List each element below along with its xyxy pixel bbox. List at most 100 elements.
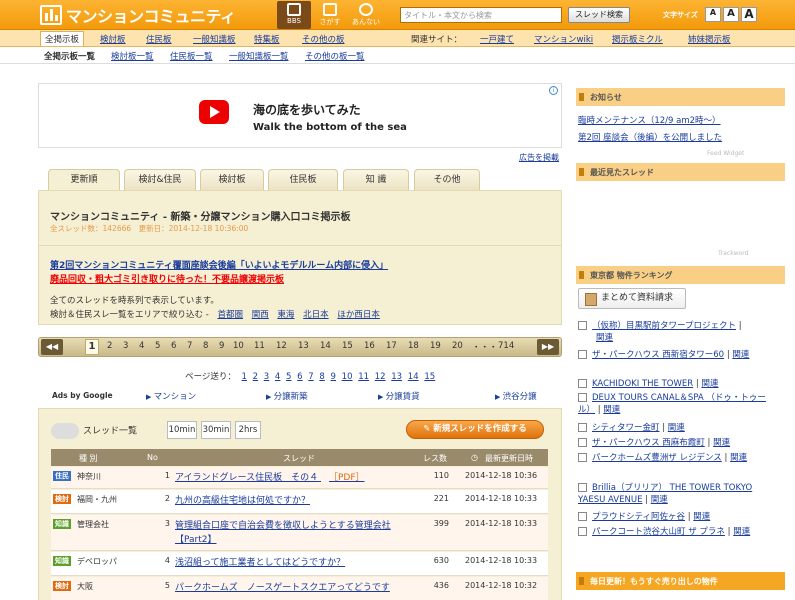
news-item-2[interactable]: 第2回 座談会（後編）を公開しました	[578, 131, 722, 143]
nav-resident-board[interactable]: 住民板	[146, 33, 172, 45]
pdf-link[interactable]: ［PDF］	[329, 473, 365, 483]
related-link[interactable]: 関連	[693, 512, 710, 522]
nav-bbs[interactable]: BBS	[277, 1, 311, 29]
ranking-link[interactable]: パークホームズ豊洲ザ レジデンス	[592, 453, 722, 463]
nav-search[interactable]: さがす	[313, 1, 347, 29]
related-link[interactable]: 関連	[732, 350, 749, 360]
ps-13[interactable]: 13	[391, 372, 402, 382]
filter-10min[interactable]: 10min	[167, 421, 197, 439]
row-title[interactable]: 九州の高級住宅地は何処ですか？	[175, 494, 415, 508]
table-row[interactable]: 検討 福岡・九州 2 九州の高級住宅地は何処ですか？ 221 2014-12-1…	[51, 490, 548, 514]
font-medium-button[interactable]: A	[723, 7, 739, 22]
related-link[interactable]: 関連	[596, 333, 613, 343]
row-title[interactable]: アイランドグレース住民板 その４ ［PDF］	[175, 471, 415, 485]
youtube-play-icon[interactable]	[199, 100, 229, 124]
nav-feature-board[interactable]: 特集板	[254, 33, 280, 45]
ps-3[interactable]: 3	[264, 372, 269, 382]
new-thread-button[interactable]: ✎ 新規スレッドを作成する	[406, 420, 544, 439]
ranking-link[interactable]: プラウドシティ阿佐ヶ谷	[592, 512, 685, 522]
ps-11[interactable]: 11	[358, 372, 369, 382]
page-14[interactable]: 14	[320, 341, 331, 351]
subnav-knowledge[interactable]: 一般知識板一覧	[229, 50, 289, 62]
font-small-button[interactable]: A	[705, 7, 721, 22]
ranking-item[interactable]: Brillia（ブリリア） THE TOWER TOKYO YAESU AVEN…	[578, 482, 778, 506]
ranking-link[interactable]: （仮称）目黒駅前タワープロジェクト	[592, 321, 736, 331]
ranking-link[interactable]: ザ・パークハウス 西麻布霞町	[592, 438, 705, 448]
page-18[interactable]: 18	[408, 341, 419, 351]
checkbox[interactable]	[578, 423, 587, 432]
ps-7[interactable]: 7	[308, 372, 313, 382]
related-link[interactable]: 関連	[730, 453, 747, 463]
ad-link-shibuya[interactable]: 渋谷分譲	[495, 390, 537, 402]
related-link[interactable]: 関連	[713, 438, 730, 448]
page-2[interactable]: 2	[107, 341, 112, 351]
row-title-text[interactable]: アイランドグレース住民板 その４	[175, 473, 318, 483]
ps-12[interactable]: 12	[375, 372, 386, 382]
feature-link[interactable]: 第2回マンションコミュニティ覆面座談会後編「いよいよモデルルーム内部に侵入」	[50, 258, 388, 271]
ps-15[interactable]: 15	[424, 372, 435, 382]
page-4[interactable]: 4	[139, 341, 144, 351]
checkbox[interactable]	[578, 379, 587, 388]
filter-2hrs[interactable]: 2hrs	[235, 421, 261, 439]
ranking-item[interactable]: ザ・パークハウス 西新宿タワー60 | 関連	[578, 349, 778, 361]
related-wiki[interactable]: マンションwiki	[534, 33, 593, 45]
ranking-item[interactable]: パークホームズ豊洲ザ レジデンス | 関連	[578, 452, 778, 464]
page-last[interactable]: 714	[498, 341, 514, 351]
tab-knowledge[interactable]: 知 識	[343, 169, 409, 190]
related-link[interactable]: 関連	[733, 527, 750, 537]
area-tokai[interactable]: 東海	[277, 310, 294, 320]
row-title[interactable]: パークホームズ ノースゲートスクエアってどうです	[175, 581, 415, 595]
subnav-other[interactable]: その他の板一覧	[305, 50, 365, 62]
tab-other[interactable]: その他	[414, 169, 480, 190]
tab-review-resident[interactable]: 検討&住民	[124, 169, 196, 190]
ps-9[interactable]: 9	[331, 372, 336, 382]
subnav-all[interactable]: 全掲示板一覧	[44, 50, 95, 62]
area-west[interactable]: ほか西日本	[337, 310, 380, 320]
checkbox[interactable]	[578, 483, 587, 492]
nav-review-board[interactable]: 検討板	[100, 33, 126, 45]
ps-6[interactable]: 6	[297, 372, 302, 382]
related-mikle[interactable]: 掲示板ミクル	[612, 33, 663, 45]
related-link[interactable]: 関連	[603, 405, 620, 415]
nav-other-board[interactable]: その他の板	[302, 33, 345, 45]
table-row[interactable]: 住民 神奈川 1 アイランドグレース住民板 その４ ［PDF］ 110 2014…	[51, 467, 548, 489]
nav-guide[interactable]: あんない	[349, 1, 383, 29]
page-7[interactable]: 7	[187, 341, 192, 351]
ranking-item[interactable]: ザ・パークハウス 西麻布霞町 | 関連	[578, 437, 778, 449]
ps-8[interactable]: 8	[319, 372, 324, 382]
ranking-link[interactable]: パークコート渋谷大山町 ザ プラネ	[592, 527, 725, 537]
ad-info-icon[interactable]: i	[549, 86, 558, 95]
area-shutoken[interactable]: 首都圏	[217, 310, 243, 320]
feed-widget-link[interactable]: Feed Widget	[707, 150, 744, 157]
tab-review[interactable]: 検討板	[200, 169, 264, 190]
ps-2[interactable]: 2	[253, 372, 258, 382]
related-link[interactable]: 関連	[651, 495, 668, 505]
page-8[interactable]: 8	[203, 341, 208, 351]
table-row[interactable]: 知識 デベロッパ 4 浅沼組って施工業者としてはどうですか？ 630 2014-…	[51, 552, 548, 576]
related-house[interactable]: 一戸建て	[480, 33, 514, 45]
area-north[interactable]: 北日本	[303, 310, 329, 320]
ps-4[interactable]: 4	[275, 372, 280, 382]
ad-link-rent[interactable]: 分譲賃貸	[378, 390, 420, 402]
page-13[interactable]: 13	[298, 341, 309, 351]
page-15[interactable]: 15	[342, 341, 353, 351]
ranking-item[interactable]: パークコート渋谷大山町 ザ プラネ | 関連	[578, 526, 778, 538]
page-11[interactable]: 11	[254, 341, 265, 351]
recycle-link[interactable]: 廃品回収・粗大ゴミ引き取りに待った！不要品譲渡掲示板	[50, 272, 284, 285]
area-kansai[interactable]: 関西	[252, 310, 269, 320]
page-3[interactable]: 3	[123, 341, 128, 351]
ps-1[interactable]: 1	[242, 372, 247, 382]
ad-link-new[interactable]: 分譲新築	[266, 390, 308, 402]
ranking-link[interactable]: KACHIDOKI THE TOWER	[592, 379, 693, 389]
news-item-1[interactable]: 臨時メンテナンス（12/9 am2時〜）	[578, 114, 721, 126]
tab-resident[interactable]: 住民板	[268, 169, 338, 190]
ranking-item[interactable]: シティタワー金町 | 関連	[578, 422, 778, 434]
ad-link-mansion[interactable]: マンション	[146, 390, 197, 402]
ps-14[interactable]: 14	[408, 372, 419, 382]
checkbox[interactable]	[578, 512, 587, 521]
related-sister[interactable]: 姉妹掲示板	[688, 33, 731, 45]
search-input[interactable]: タイトル・本文から検索	[400, 7, 562, 23]
page-17[interactable]: 17	[386, 341, 397, 351]
ad-post-link[interactable]: 広告を掲載	[519, 152, 559, 163]
pager-next-button[interactable]: ▶▶	[537, 339, 559, 355]
